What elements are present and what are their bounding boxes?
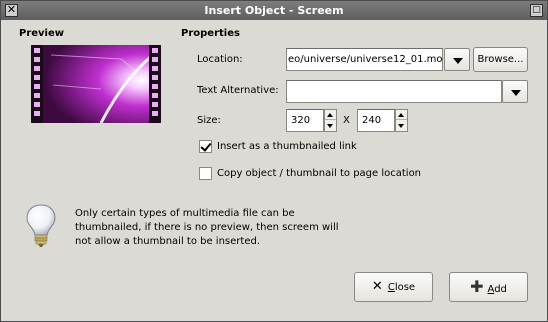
location-dropdown-button[interactable] [444,48,470,71]
width-spinner[interactable] [324,109,337,132]
copy-to-page-label: Copy object / thumbnail to page location [217,168,422,179]
maximize-window-icon[interactable]: □ [530,4,543,17]
add-button-label-rest: dd [494,284,507,295]
location-input[interactable]: eo/universe/universe12_01.mov [286,48,443,71]
lightbulb-icon [26,204,56,247]
close-window-icon[interactable]: ✕ [5,4,18,17]
width-increment-icon[interactable] [325,110,336,120]
height-decrement-icon[interactable] [396,121,407,131]
insert-object-dialog: ✕ Insert Object - Screem □ Preview Prope… [0,0,548,322]
info-line-2: thumbnailed, if there is no preview, the… [75,222,339,233]
window-title: Insert Object - Screem [204,4,344,17]
size-separator: X [343,115,350,126]
preview-heading: Preview [19,28,65,39]
height-input[interactable]: 240 [357,109,395,132]
close-button-mnemonic: C [387,282,395,293]
width-input[interactable]: 320 [286,109,324,132]
width-decrement-icon[interactable] [325,121,336,131]
title-bar[interactable]: ✕ Insert Object - Screem □ [1,1,547,20]
close-x-icon: ✕ [371,279,383,294]
info-line-1: Only certain types of multimedia file ca… [75,208,295,219]
text-alternative-input[interactable] [286,80,502,103]
add-plus-icon: ✚ [470,277,484,296]
browse-button-label: Browse... [477,54,524,65]
text-alternative-label: Text Alternative: [197,85,279,96]
browse-button[interactable]: Browse... [473,47,528,72]
height-increment-icon[interactable] [396,110,407,120]
thumbnail-link-label: Insert as a thumbnailed link [217,141,357,152]
copy-to-page-checkbox[interactable] [199,167,212,180]
properties-heading: Properties [181,28,240,39]
close-button[interactable]: ✕ Close [354,272,433,302]
location-label: Location: [197,54,243,65]
film-strip-image [31,45,161,123]
add-button[interactable]: ✚ Add [449,272,528,302]
text-alternative-dropdown-button[interactable] [502,80,528,103]
preview-thumbnail [31,45,161,123]
thumbnail-link-checkbox[interactable] [199,140,212,153]
height-spinner[interactable] [395,109,408,132]
info-text: Only certain types of multimedia file ca… [75,207,339,249]
size-label: Size: [197,115,221,126]
close-button-label-rest: lose [394,282,416,293]
info-line-3: not allow a thumbnail to be inserted. [75,236,260,247]
